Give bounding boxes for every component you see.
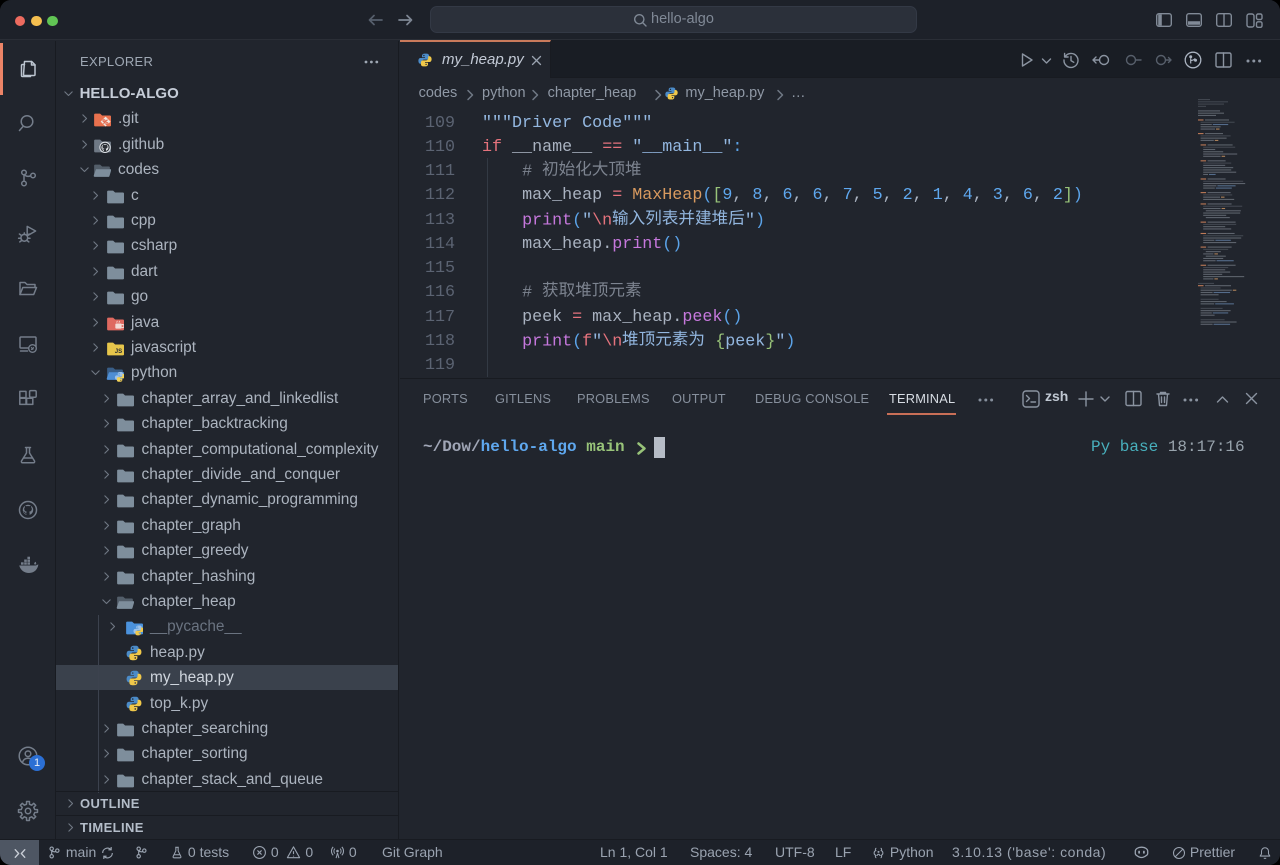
svg-text:JS: JS	[115, 349, 122, 355]
